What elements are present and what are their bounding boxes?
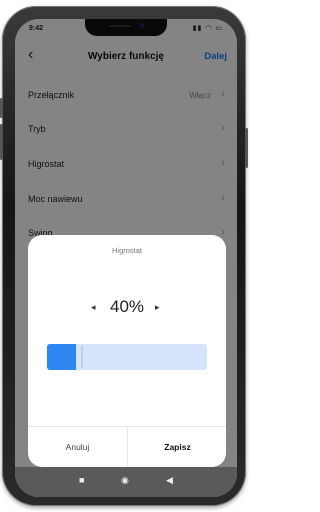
slider-fill: [47, 344, 76, 370]
dialog-actions: Anuluj Zapisz: [28, 426, 226, 467]
volume-down-button: [0, 124, 3, 160]
power-button: [245, 128, 248, 168]
screen: 9:42 ▮▮ ◠ ▭ ‹ Wybierz funkcję Dalej Prze…: [15, 19, 237, 497]
phone-frame: 9:42 ▮▮ ◠ ▭ ‹ Wybierz funkcję Dalej Prze…: [0, 6, 248, 506]
slider-thumb[interactable]: [81, 346, 83, 368]
cancel-button[interactable]: Anuluj: [28, 427, 127, 467]
hygrostat-dialog: Higrostat ◂ 40% ▸ Anuluj Zapisz: [28, 235, 226, 467]
recents-square-icon[interactable]: ■: [79, 475, 84, 485]
hygrostat-slider[interactable]: [47, 344, 207, 370]
dialog-title: Higrostat: [111, 246, 142, 255]
system-nav-bar: ■ ◉ ◀: [15, 467, 237, 497]
save-button[interactable]: Zapisz: [127, 427, 226, 467]
home-circle-icon[interactable]: ◉: [121, 475, 129, 486]
back-triangle-icon[interactable]: ◀: [166, 475, 173, 486]
hygrostat-value: 40%: [109, 297, 145, 316]
volume-up-button: [0, 98, 3, 118]
increase-arrow-icon[interactable]: ▸: [155, 302, 160, 313]
